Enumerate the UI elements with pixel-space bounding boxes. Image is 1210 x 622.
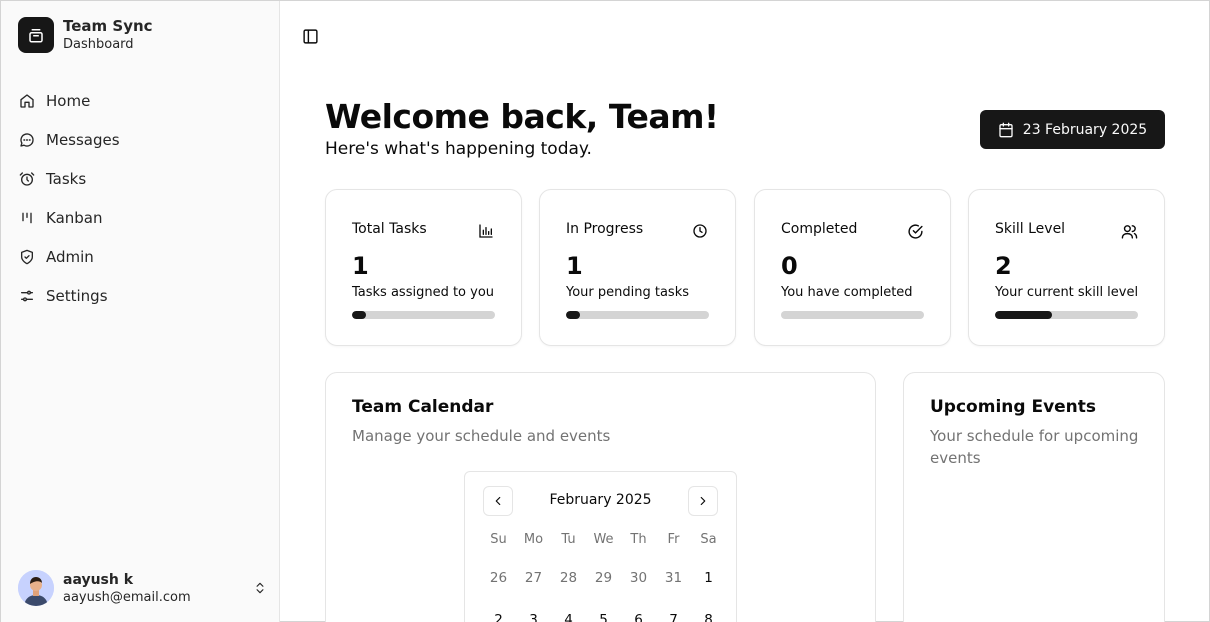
page-title: Welcome back, Team! (325, 97, 719, 136)
brand-title: Team Sync (63, 17, 153, 35)
date-label: 23 February 2025 (1022, 121, 1148, 138)
stat-value: 1 (352, 252, 369, 280)
weekday-label: We (593, 532, 614, 547)
sidebar-item-label: Admin (46, 247, 94, 266)
sidebar-item-messages[interactable]: Messages (18, 120, 263, 159)
sidebar-item-tasks[interactable]: Tasks (18, 159, 263, 198)
calendar-day[interactable]: 28 (551, 570, 586, 586)
stat-card-completed: Completed 0 You have completed (754, 189, 951, 346)
calendar-day[interactable]: 3 (516, 612, 551, 622)
sliders-icon (18, 287, 36, 305)
card-subtitle: Your schedule for upcoming events (930, 427, 1139, 467)
weekday-label: Su (490, 532, 507, 547)
calendar-icon (998, 122, 1014, 138)
message-circle-icon (18, 131, 36, 149)
calendar-day[interactable]: 31 (656, 570, 691, 586)
bar-chart-icon (477, 222, 495, 240)
alarm-clock-icon (18, 170, 36, 188)
stat-title: Completed (781, 221, 858, 237)
avatar (18, 570, 54, 606)
progress-fill (566, 311, 581, 319)
clock-icon (691, 222, 709, 240)
sidebar-item-settings[interactable]: Settings (18, 276, 263, 315)
stat-card-total-tasks: Total Tasks 1 Tasks assigned to you (325, 189, 522, 346)
calendar-day[interactable]: 1 (691, 570, 726, 586)
calendar-day[interactable]: 2 (481, 612, 516, 622)
brand[interactable]: Team Sync Dashboard (18, 17, 153, 53)
calendar-day[interactable]: 5 (586, 612, 621, 622)
stat-description: Your pending tasks (566, 285, 689, 300)
sidebar-item-label: Kanban (46, 208, 103, 227)
progress-bar (781, 311, 924, 319)
sidebar-item-home[interactable]: Home (18, 81, 263, 120)
user-email: aayush@email.com (63, 589, 191, 605)
progress-fill (352, 311, 367, 319)
stat-card-skill-level: Skill Level 2 Your current skill level (968, 189, 1165, 346)
home-icon (18, 92, 36, 110)
calendar-week: 2 3 4 5 6 7 8 (481, 612, 726, 622)
weekday-label: Sa (700, 532, 717, 547)
stat-description: Your current skill level (995, 285, 1139, 300)
card-title: Upcoming Events (930, 397, 1097, 417)
kanban-icon (18, 209, 36, 227)
stat-value: 0 (781, 252, 798, 280)
card-subtitle: Manage your schedule and events (352, 427, 611, 445)
calendar-day[interactable]: 30 (621, 570, 656, 586)
brand-logo-icon (18, 17, 54, 53)
calendar-day[interactable]: 4 (551, 612, 586, 622)
stat-value: 1 (566, 252, 583, 280)
user-name: aayush k (63, 571, 134, 588)
stat-description: You have completed (781, 285, 913, 300)
sidebar-item-admin[interactable]: Admin (18, 237, 263, 276)
calendar-weekdays: Su Mo Tu We Th Fr Sa (481, 532, 726, 547)
weekday-label: Tu (561, 532, 576, 547)
chevrons-up-down-icon[interactable] (252, 580, 268, 596)
weekday-label: Fr (667, 532, 680, 547)
date-button[interactable]: 23 February 2025 (980, 110, 1165, 149)
calendar-day[interactable]: 27 (516, 570, 551, 586)
progress-bar (352, 311, 495, 319)
sidebar-item-kanban[interactable]: Kanban (18, 198, 263, 237)
sidebar-item-label: Messages (46, 130, 120, 149)
calendar-day[interactable]: 6 (621, 612, 656, 622)
sidebar-item-label: Tasks (46, 169, 87, 188)
calendar-day[interactable]: 26 (481, 570, 516, 586)
sidebar: Team Sync Dashboard Home Messages Tasks (1, 1, 280, 622)
weekday-label: Mo (523, 532, 544, 547)
progress-fill (995, 311, 1053, 319)
sidebar-toggle-icon[interactable] (300, 26, 320, 46)
stat-value: 2 (995, 252, 1012, 280)
calendar-day[interactable]: 8 (691, 612, 726, 622)
check-circle-icon (906, 222, 924, 240)
calendar-day[interactable]: 7 (656, 612, 691, 622)
sidebar-nav: Home Messages Tasks Kanban Admin Setting… (18, 81, 263, 315)
stat-title: In Progress (566, 221, 644, 237)
upcoming-events-card: Upcoming Events Your schedule for upcomi… (903, 372, 1165, 622)
brand-subtitle: Dashboard (63, 37, 134, 52)
progress-bar (995, 311, 1138, 319)
sidebar-item-label: Settings (46, 286, 108, 305)
user-menu[interactable]: aayush k aayush@email.com (18, 569, 268, 607)
sidebar-item-label: Home (46, 91, 91, 110)
stat-title: Total Tasks (352, 221, 427, 237)
weekday-label: Th (630, 532, 647, 547)
stat-description: Tasks assigned to you (352, 285, 495, 300)
shield-check-icon (18, 248, 36, 266)
card-title: Team Calendar (352, 397, 494, 417)
calendar: February 2025 Su Mo Tu We Th Fr Sa 26 27… (464, 471, 737, 622)
page-subtitle: Here's what's happening today. (325, 139, 592, 159)
calendar-week: 26 27 28 29 30 31 1 (481, 570, 726, 586)
progress-bar (566, 311, 709, 319)
stat-title: Skill Level (995, 221, 1066, 237)
users-icon (1120, 222, 1138, 240)
calendar-day[interactable]: 29 (586, 570, 621, 586)
chevron-right-icon[interactable] (688, 486, 718, 516)
stat-card-in-progress: In Progress 1 Your pending tasks (539, 189, 736, 346)
team-calendar-card: Team Calendar Manage your schedule and e… (325, 372, 876, 622)
